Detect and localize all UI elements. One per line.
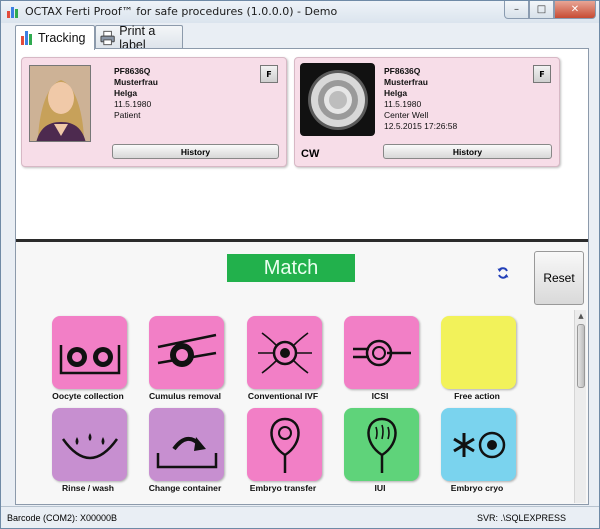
action-oocyte-collection[interactable]: Oocyte collection [40, 316, 136, 412]
patient-birth-date: 11.5.1980 [114, 99, 152, 109]
free-action-icon [446, 323, 512, 383]
action-label: Change container [148, 483, 222, 493]
close-button[interactable]: ✕ [554, 1, 596, 19]
tab-tracking[interactable]: Tracking [15, 25, 95, 50]
action-free-action[interactable]: Free action [429, 316, 525, 412]
tracking-cards-area: PF8636Q Musterfrau Helga 11.5.1980 Patie… [16, 49, 588, 239]
change-container-icon [156, 436, 217, 468]
patient-first-name: Helga [114, 88, 138, 98]
action-tile [149, 408, 224, 481]
action-cumulus-removal[interactable]: Cumulus removal [137, 316, 233, 412]
maximize-button[interactable]: □ [529, 1, 554, 19]
status-bar: Barcode (COM2): X00000B SVR: .\SQLEXPRES… [1, 506, 599, 528]
server-status: SVR: .\SQLEXPRESS [477, 513, 567, 523]
action-label: Conventional IVF [247, 391, 319, 401]
container-history-button[interactable]: History [383, 144, 552, 159]
minimize-button[interactable]: – [504, 1, 529, 19]
action-label: Free action [454, 391, 500, 401]
action-tile [149, 316, 224, 389]
center-well-dish-image [300, 63, 375, 136]
scroll-up-arrow-icon[interactable]: ▲ [577, 312, 585, 320]
container-first-name: Helga [384, 88, 408, 98]
container-info: PF8636Q Musterfrau Helga 11.5.1980 Cente… [384, 66, 457, 132]
action-tile [441, 316, 516, 389]
window-controls: – □ ✕ [504, 1, 596, 19]
container-patient-id: PF8636Q [384, 66, 421, 76]
container-timestamp: 12.5.2015 17:26:58 [384, 121, 458, 131]
icsi-icon [352, 339, 411, 366]
tab-print-label[interactable]: Print a label [95, 24, 183, 52]
action-embryo-cryo[interactable]: Embryo cryo [429, 408, 525, 504]
action-conventional-ivf[interactable]: Conventional IVF [235, 316, 331, 412]
patient-photo [29, 65, 91, 142]
iui-icon [366, 417, 397, 473]
tracking-panel: PF8636Q Musterfrau Helga 11.5.1980 Patie… [15, 48, 589, 505]
action-tile [247, 408, 322, 481]
refresh-icon[interactable] [496, 266, 510, 280]
printer-icon [100, 30, 115, 45]
container-code: CW [301, 148, 320, 160]
oocyte-collection-icon [59, 344, 120, 374]
container-birth-date: 11.5.1980 [384, 99, 422, 109]
reset-button[interactable]: Reset [534, 251, 584, 305]
cumulus-removal-icon [157, 333, 216, 367]
title-bar: OCTAX Ferti Proof™ for safe procedures (… [1, 1, 599, 23]
embryo-cryo-icon [452, 431, 505, 458]
action-rinse-wash[interactable]: Rinse / wash [40, 408, 136, 504]
conventional-ivf-icon [257, 331, 312, 374]
window-title: OCTAX Ferti Proof™ for safe procedures (… [25, 5, 338, 18]
container-last-name: Musterfrau [384, 77, 428, 87]
app-logo-icon [7, 7, 18, 18]
action-tile [344, 408, 419, 481]
embryo-transfer-icon [269, 417, 300, 473]
patient-info: PF8636Q Musterfrau Helga 11.5.1980 Patie… [114, 66, 158, 121]
container-card: CW PF8636Q Musterfrau Helga 11.5.1980 Ce… [294, 57, 560, 167]
action-tile [52, 408, 127, 481]
action-tile [441, 408, 516, 481]
container-flag-button[interactable]: F [533, 65, 551, 83]
patient-last-name: Musterfrau [114, 77, 158, 87]
scrollbar-thumb[interactable] [577, 324, 585, 388]
action-tile [344, 316, 419, 389]
actions-area: Match Reset Oocyte collection Cumulus re… [16, 242, 588, 504]
action-tile [52, 316, 127, 389]
action-label: Embryo transfer [249, 483, 317, 493]
tab-tracking-label: Tracking [38, 31, 86, 45]
patient-card: PF8636Q Musterfrau Helga 11.5.1980 Patie… [21, 57, 287, 167]
barcode-status: Barcode (COM2): X00000B [7, 513, 118, 523]
patient-id: PF8636Q [114, 66, 151, 76]
action-embryo-transfer[interactable]: Embryo transfer [235, 408, 331, 504]
action-tile [247, 316, 322, 389]
action-label: Embryo cryo [450, 483, 504, 493]
action-label: Rinse / wash [61, 483, 115, 493]
action-label: Oocyte collection [52, 391, 124, 401]
action-iui[interactable]: IUI [332, 408, 428, 504]
app-window: OCTAX Ferti Proof™ for safe procedures (… [0, 0, 600, 529]
patient-history-button[interactable]: History [112, 144, 279, 159]
match-status-badge: Match [227, 254, 355, 282]
action-change-container[interactable]: Change container [137, 408, 233, 504]
rinse-wash-icon [61, 432, 118, 459]
patient-flag-button[interactable]: F [260, 65, 278, 83]
patient-role: Patient [114, 110, 141, 120]
action-label: ICSI [371, 391, 389, 401]
action-label: Cumulus removal [148, 391, 222, 401]
action-label: IUI [374, 483, 386, 493]
tracking-chart-icon [21, 31, 32, 45]
action-icsi[interactable]: ICSI [332, 316, 428, 412]
container-type: Center Well [384, 110, 429, 120]
actions-scrollbar[interactable]: ▲ [574, 310, 586, 503]
